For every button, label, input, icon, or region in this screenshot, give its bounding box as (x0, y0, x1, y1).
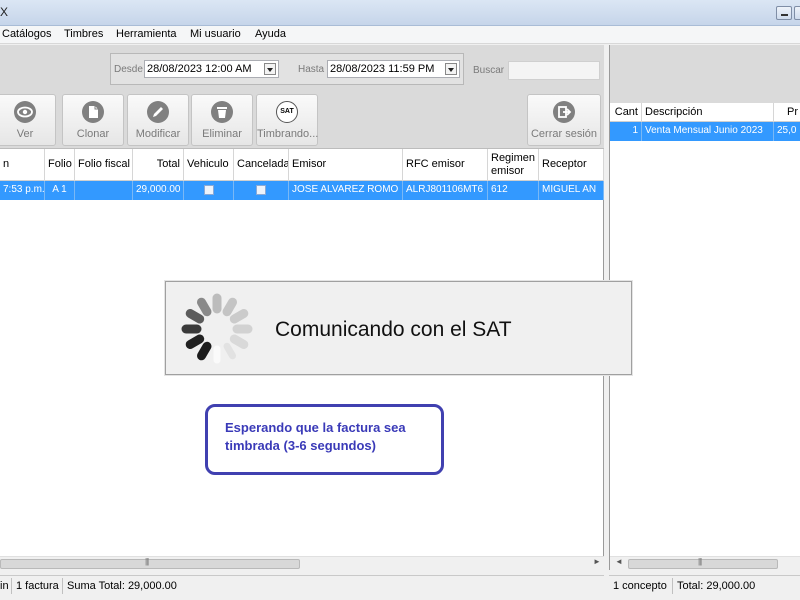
filter-area: Desde 28/08/2023 12:00 AM Hasta 28/08/20… (0, 45, 604, 91)
cell-folio-fiscal (75, 181, 133, 200)
column-header[interactable]: Descripción (642, 103, 774, 122)
from-date-picker[interactable]: 28/08/2023 12:00 AM (144, 60, 279, 78)
concepts-status-bar: 1 concepto Total: 29,000.00 (609, 575, 800, 596)
logout-label: Cerrar sesión (530, 128, 598, 140)
menu-ayuda[interactable]: Ayuda (255, 28, 286, 40)
cancelada-checkbox[interactable] (256, 185, 266, 195)
status-segment: in (0, 580, 9, 592)
column-header[interactable]: n (0, 149, 45, 181)
horizontal-scrollbar[interactable]: ► (0, 556, 604, 570)
trash-icon (211, 101, 233, 123)
column-header[interactable]: Folio (45, 149, 75, 181)
delete-button[interactable]: Eliminar (191, 94, 253, 146)
concepts-panel: Cant Descripción Pr 1 Venta Mensual Juni… (609, 45, 800, 570)
cell-vehiculo (184, 181, 234, 200)
cell-precio: 25,0 (777, 125, 797, 136)
cell-emisor: JOSE ALVAREZ ROMO (289, 181, 403, 200)
status-sum-total: Suma Total: 29,000.00 (67, 580, 177, 592)
status-divider (11, 578, 12, 594)
search-label: Buscar (473, 65, 505, 76)
stamp-button[interactable]: SAT Timbrando... (256, 94, 318, 146)
waiting-callout: Esperando que la factura sea timbrada (3… (205, 404, 444, 475)
status-invoice-count: 1 factura (16, 580, 59, 592)
menu-herramienta[interactable]: Herramienta (116, 28, 177, 40)
horizontal-scrollbar[interactable]: ◄ (610, 556, 800, 570)
callout-line-2: timbrada (3-6 segundos) (225, 438, 376, 453)
column-header[interactable]: Cancelada (234, 149, 289, 181)
status-divider (672, 578, 673, 594)
delete-label: Eliminar (202, 128, 242, 140)
to-date-picker[interactable]: 28/08/2023 11:59 PM (327, 60, 460, 78)
clone-button[interactable]: Clonar (62, 94, 124, 146)
document-icon (82, 101, 104, 123)
to-label: Hasta (298, 64, 325, 75)
window-title: X (0, 5, 9, 19)
modify-button[interactable]: Modificar (127, 94, 189, 146)
sat-icon: SAT (276, 101, 298, 123)
column-header[interactable]: Receptor (539, 149, 604, 181)
concept-row[interactable]: 1 Venta Mensual Junio 2023 25,0 (610, 122, 800, 141)
column-header[interactable]: Total (133, 149, 184, 181)
table-row[interactable]: 7:53 p.m. A 1 29,000.00 JOSE ALVAREZ ROM… (0, 181, 604, 200)
column-header[interactable]: Pr (774, 103, 800, 122)
invoices-status-bar: in 1 factura Suma Total: 29,000.00 (0, 575, 604, 596)
column-header[interactable]: RFC emisor (403, 149, 488, 181)
clone-label: Clonar (76, 128, 110, 140)
column-header[interactable]: Emisor (289, 149, 403, 181)
menu-timbres[interactable]: Timbres (64, 28, 103, 40)
status-divider (62, 578, 63, 594)
chevron-down-icon[interactable] (264, 63, 276, 75)
view-label: Ver (16, 128, 34, 140)
invoices-table-header: n Folio Folio fiscal Total Vehiculo Canc… (0, 149, 604, 181)
scrollbar-thumb[interactable] (0, 557, 300, 569)
cell-cancelada (234, 181, 289, 200)
concepts-table-header: Cant Descripción Pr (610, 103, 800, 122)
cell-folio: A 1 (45, 181, 75, 200)
spinner-icon (181, 293, 253, 364)
title-bar: X (0, 0, 800, 26)
scroll-right-arrow-icon[interactable]: ► (593, 557, 601, 566)
from-label: Desde (114, 64, 143, 75)
cell-rfc-emisor: ALRJ801106MT6 (403, 181, 488, 200)
minimize-button[interactable] (776, 6, 792, 20)
modify-label: Modificar (135, 128, 181, 140)
logout-button[interactable]: Cerrar sesión (527, 94, 601, 146)
cell-time: 7:53 p.m. (0, 181, 45, 200)
callout-line-1: Esperando que la factura sea (225, 420, 406, 435)
maximize-button[interactable] (794, 6, 800, 20)
view-button[interactable]: Ver (0, 94, 56, 146)
menu-catalogos[interactable]: Catálogos (2, 28, 52, 40)
cell-regimen: 612 (488, 181, 539, 200)
cell-descripcion: Venta Mensual Junio 2023 (642, 122, 774, 141)
logout-icon (553, 101, 575, 123)
date-range-group: Desde 28/08/2023 12:00 AM Hasta 28/08/20… (110, 53, 464, 85)
status-total: Total: 29,000.00 (677, 580, 756, 592)
concepts-toolbar (610, 45, 800, 103)
cell-receptor: MIGUEL AN (539, 181, 604, 200)
stamp-label: Timbrando... (257, 128, 319, 140)
column-header[interactable]: Folio fiscal (75, 149, 133, 181)
column-header[interactable]: Regimen emisor (488, 149, 539, 181)
eye-icon (14, 101, 36, 123)
menu-mi-usuario[interactable]: Mi usuario (190, 28, 241, 40)
cell-total: 29,000.00 (133, 181, 184, 200)
scrollbar-thumb[interactable] (628, 557, 778, 569)
dialog-message: Comunicando con el SAT (275, 318, 512, 341)
to-date-value: 28/08/2023 11:59 PM (330, 63, 435, 75)
sat-communication-dialog: Comunicando con el SAT (165, 281, 632, 375)
chevron-down-icon[interactable] (445, 63, 457, 75)
scroll-left-arrow-icon[interactable]: ◄ (615, 557, 623, 566)
sat-icon-text: SAT (280, 108, 294, 115)
column-header[interactable]: Vehiculo (184, 149, 234, 181)
toolbar: Ver Clonar Modificar Eliminar SAT Timbra… (0, 91, 604, 149)
column-header[interactable]: Cant (610, 103, 642, 122)
vehiculo-checkbox[interactable] (203, 185, 214, 195)
from-date-value: 28/08/2023 12:00 AM (147, 63, 252, 75)
status-concept-count: 1 concepto (613, 580, 667, 592)
pencil-icon (147, 101, 169, 123)
menu-bar: Catálogos Timbres Herramienta Mi usuario… (0, 26, 800, 44)
cell-cant: 1 (610, 122, 642, 141)
search-input[interactable] (508, 61, 600, 80)
